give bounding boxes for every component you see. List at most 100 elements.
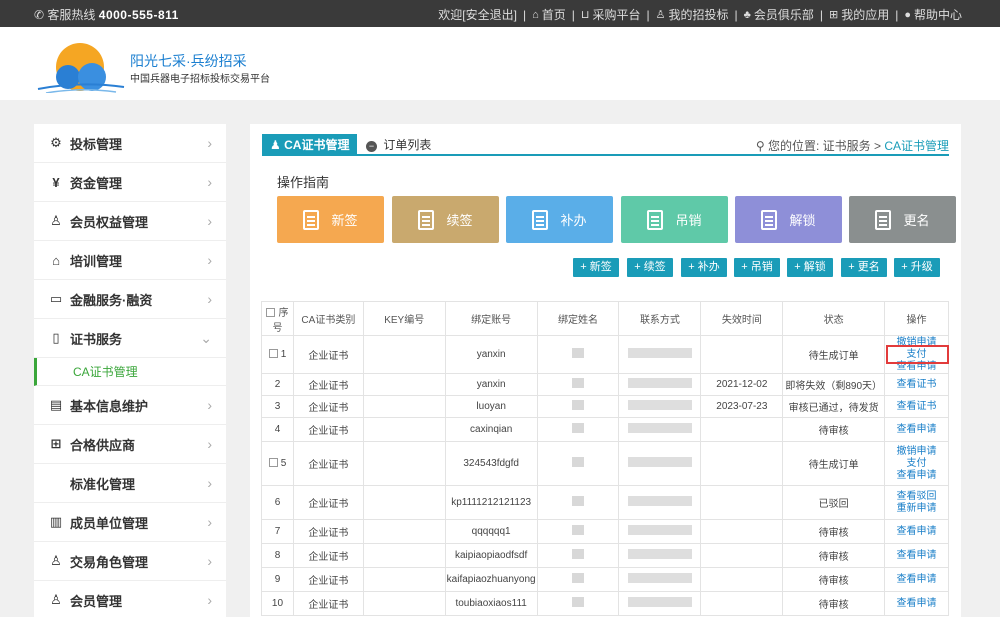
sidebar-item-standardization[interactable]: 标准化管理 ›: [34, 464, 226, 503]
header-type: CA证书类别: [292, 301, 364, 336]
member-club-link[interactable]: 会员俱乐部: [754, 6, 814, 23]
unlock-button[interactable]: 解锁: [735, 196, 842, 243]
table-body: 1 企业证书 yanxin 待生成订单 撤销申请 支付 查看申请 2 企业证书 yanxin 202…: [261, 335, 949, 616]
brand-subtitle: 中国兵器电子招标投标交易平台: [130, 74, 270, 85]
op-link[interactable]: 查看申请: [885, 361, 948, 373]
sidebar-item-member-units[interactable]: ▥ 成员单位管理 ›: [34, 503, 226, 542]
redacted-block: [627, 597, 692, 607]
header-expire: 失效时间: [700, 301, 784, 336]
sidebar-item-label: 金融服务·融资: [70, 292, 153, 308]
op-link[interactable]: 查看申请: [885, 526, 948, 538]
small-new-sign-button[interactable]: + 新签: [573, 258, 619, 277]
cell-type: 企业证书: [292, 543, 364, 568]
redacted-block: [627, 457, 692, 467]
sidebar-item-bid-management[interactable]: ⚙ 投标管理 ›: [34, 124, 226, 163]
select-all-checkbox[interactable]: [266, 307, 276, 317]
sidebar-item-label: 培训管理: [70, 253, 123, 269]
help-center-link[interactable]: 帮助中心: [914, 6, 962, 23]
my-apps-link[interactable]: 我的应用: [841, 6, 889, 23]
hotline-label: 客服热线: [47, 8, 96, 22]
sidebar-item-qualified-supplier[interactable]: ⊞ 合格供应商 ›: [34, 425, 226, 464]
op-link[interactable]: 查看申请: [885, 574, 948, 586]
hotline: ✆ 客服热线 4000-555-811: [34, 6, 179, 23]
redacted-block: [627, 525, 692, 535]
redacted-block: [627, 400, 692, 410]
cell-contact: [618, 395, 702, 418]
cell-account: caxinqian: [444, 417, 538, 442]
op-link[interactable]: 查看证书: [885, 401, 948, 413]
hotline-number: 4000-555-811: [98, 8, 179, 22]
logo[interactable]: [36, 37, 126, 93]
op-link[interactable]: 查看申请: [885, 598, 948, 610]
sidebar-item-label: 投标管理: [70, 136, 123, 152]
renew-button[interactable]: 续签: [392, 196, 499, 243]
sidebar-item-label: 基本信息维护: [70, 398, 149, 414]
redacted-block: [572, 423, 585, 433]
tab-order-list[interactable]: − 订单列表: [366, 134, 431, 156]
reissue-button[interactable]: 补办: [506, 196, 613, 243]
header-key: KEY编号: [362, 301, 446, 336]
header-ops: 操作: [884, 301, 949, 336]
home-link[interactable]: 首页: [542, 6, 566, 23]
sidebar-item-label: 证书服务: [70, 331, 123, 347]
revoke-button[interactable]: 吊销: [621, 196, 728, 243]
cell-name: [536, 591, 620, 616]
row-checkbox[interactable]: [268, 349, 278, 358]
header-no: 序号: [261, 301, 294, 336]
op-link[interactable]: 撤销申请: [885, 337, 948, 349]
sidebar-item-certificate-service[interactable]: ▯ 证书服务 ⌄: [34, 319, 226, 358]
small-reissue-button[interactable]: + 补办: [681, 258, 727, 277]
cell-name: [536, 373, 620, 396]
sidebar-subitem-ca-cert[interactable]: CA证书管理: [34, 358, 226, 386]
sidebar-item-training[interactable]: ⌂ 培训管理 ›: [34, 241, 226, 280]
small-renew-button[interactable]: + 续签: [627, 258, 673, 277]
cell-name: [536, 417, 620, 442]
sidebar-item-basic-info[interactable]: ▤ 基本信息维护 ›: [34, 386, 226, 425]
sidebar: ⚙ 投标管理 › ¥ 资金管理 › ♙ 会员权益管理 › ⌂ 培训管理 › ▭ …: [34, 124, 226, 617]
rename-button[interactable]: 更名: [849, 196, 956, 243]
op-link[interactable]: 查看驳回: [885, 491, 948, 503]
cell-status: 待审核: [782, 519, 886, 544]
sidebar-item-label: 合格供应商: [70, 437, 136, 453]
op-link[interactable]: 撤销申请: [885, 446, 948, 458]
cell-contact: [618, 591, 702, 616]
sidebar-item-fund-management[interactable]: ¥ 资金管理 ›: [34, 163, 226, 202]
small-revoke-button[interactable]: + 吊销: [734, 258, 780, 277]
purchase-platform-link[interactable]: 采购平台: [592, 6, 640, 23]
op-link[interactable]: 查看申请: [885, 470, 948, 482]
cell-status: 已驳回: [782, 485, 886, 520]
cell-contact: [618, 485, 702, 520]
cell-account: 324543fdgfd: [444, 441, 538, 486]
redacted-block: [572, 525, 585, 535]
logout-link[interactable]: [安全退出]: [462, 6, 517, 23]
certificate-table: 序号 CA证书类别 KEY编号 绑定账号 绑定姓名 联系方式 失效时间 状态 操…: [261, 301, 949, 616]
cell-status: 待生成订单: [782, 335, 886, 374]
op-link[interactable]: 支付: [885, 349, 948, 361]
small-unlock-button[interactable]: + 解锁: [787, 258, 833, 277]
top-bar: ✆ 客服热线 4000-555-811 欢迎 [安全退出] | ⌂ 首页 | ⊔…: [0, 0, 1000, 27]
apps-icon: ⊞: [828, 9, 839, 21]
small-rename-button[interactable]: + 更名: [841, 258, 887, 277]
sidebar-item-trade-roles[interactable]: ♙ 交易角色管理 ›: [34, 542, 226, 581]
op-link[interactable]: 重新申请: [885, 503, 948, 515]
sidebar-item-label: 交易角色管理: [70, 554, 149, 570]
chevron-right-icon: ›: [207, 291, 212, 307]
cell-no: 7: [261, 519, 294, 544]
op-link[interactable]: 支付: [885, 458, 948, 470]
new-sign-button[interactable]: 新签: [277, 196, 384, 243]
my-bidding-link[interactable]: 我的招投标: [668, 6, 728, 23]
cell-name: [536, 519, 620, 544]
help-icon: ●: [904, 8, 911, 21]
cell-name: [536, 441, 620, 486]
small-upgrade-button[interactable]: + 升级: [894, 258, 940, 277]
op-link[interactable]: 查看申请: [885, 424, 948, 436]
sidebar-item-member-rights[interactable]: ♙ 会员权益管理 ›: [34, 202, 226, 241]
sidebar-item-member-management[interactable]: ♙ 会员管理 ›: [34, 581, 226, 617]
op-link[interactable]: 查看证书: [885, 379, 948, 391]
row-checkbox[interactable]: [268, 458, 278, 467]
tab-ca-cert[interactable]: ♟ CA证书管理: [262, 134, 358, 156]
op-link[interactable]: 查看申请: [885, 550, 948, 562]
cell-ops: 查看申请: [884, 543, 949, 568]
top-links: 欢迎 [安全退出] | ⌂ 首页 | ⊔ 采购平台 | ♙ 我的招投标 | ♣ …: [438, 6, 962, 23]
sidebar-item-finance[interactable]: ▭ 金融服务·融资 ›: [34, 280, 226, 319]
